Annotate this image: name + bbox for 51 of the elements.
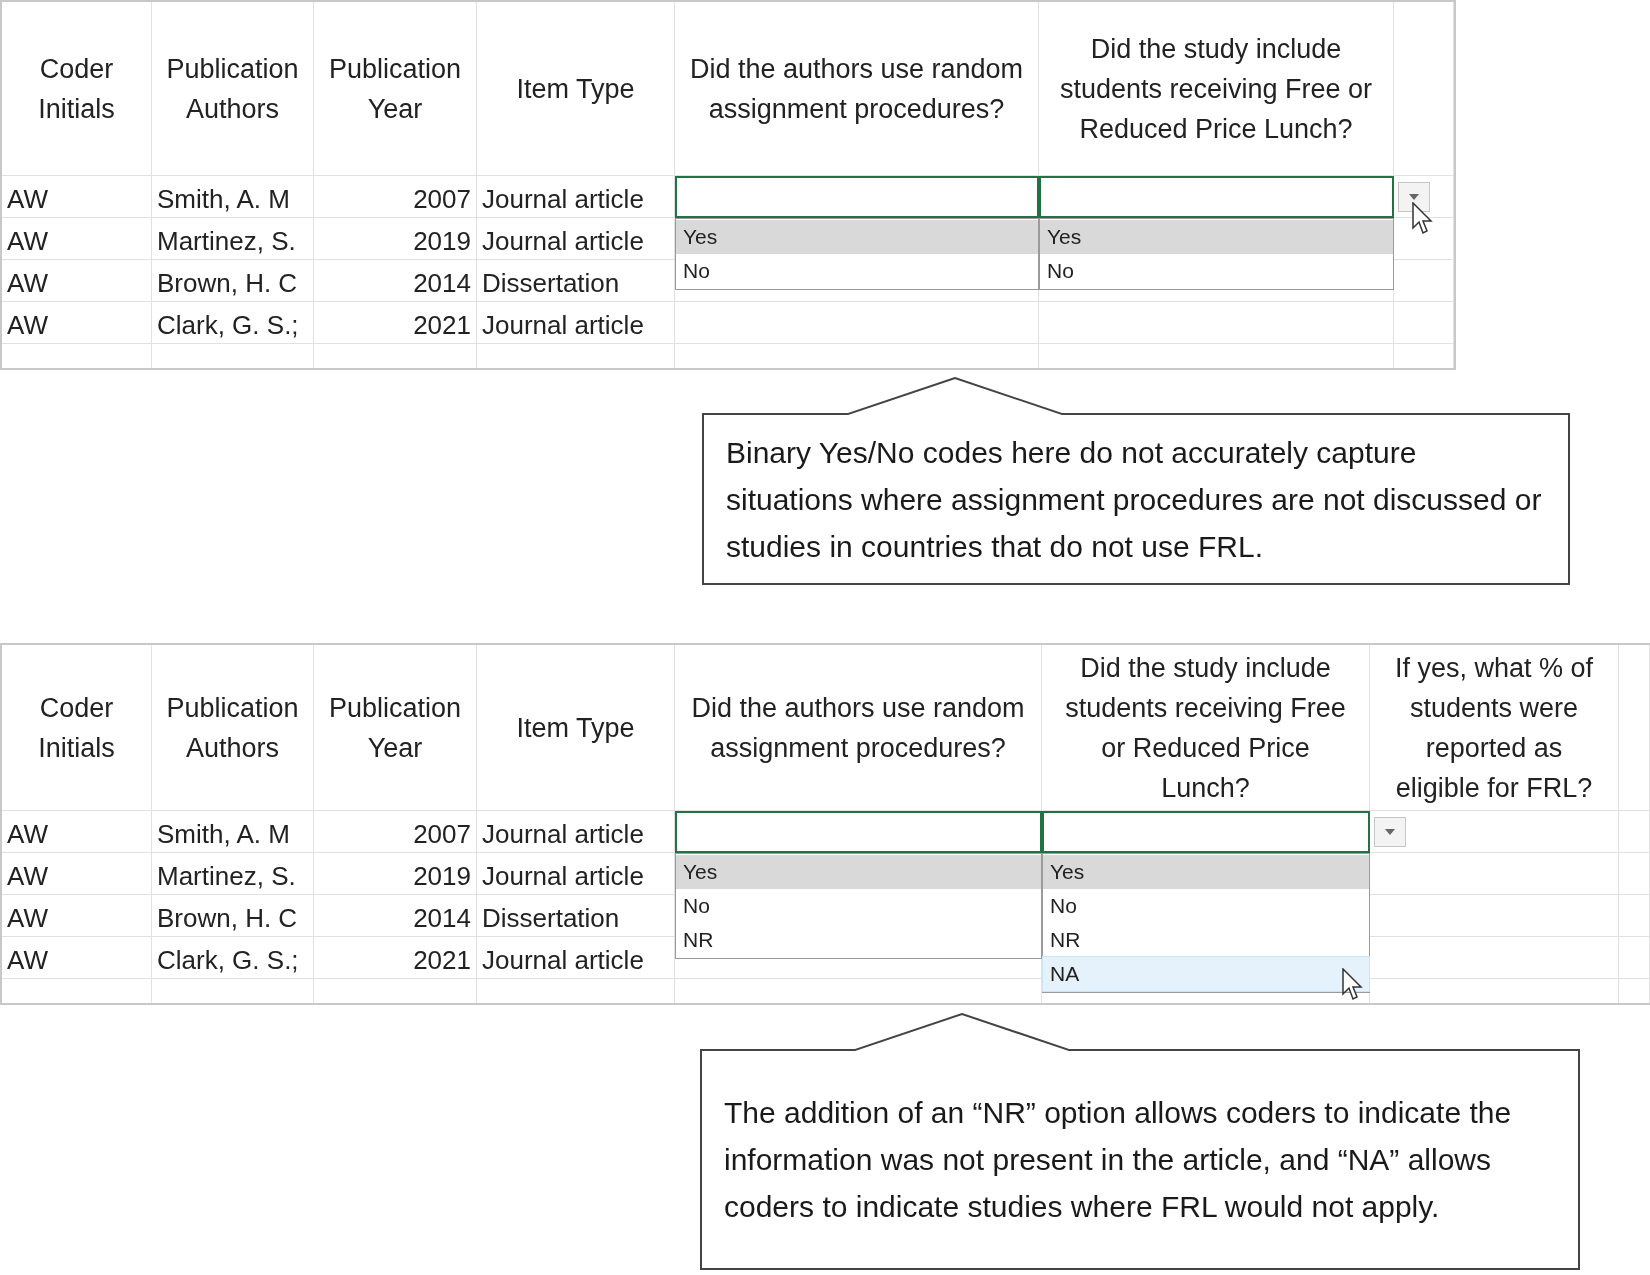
dropdown-option[interactable]: Yes bbox=[1040, 220, 1393, 254]
dropdown-arrow-button[interactable] bbox=[1398, 182, 1430, 212]
active-cell[interactable] bbox=[675, 176, 1039, 218]
table-cell: AW bbox=[2, 218, 152, 260]
table-cell: 2021 bbox=[314, 937, 477, 979]
column-header: Publication Year bbox=[314, 645, 477, 811]
table-cell: Martinez, S. bbox=[152, 218, 314, 260]
table-cell: 2007 bbox=[314, 176, 477, 218]
table-cell: 2014 bbox=[314, 895, 477, 937]
table-cell: AW bbox=[2, 937, 152, 979]
callout-text: The addition of an “NR” option allows coders to indicate the information was not present in the article, and “NA” allows coders to indicate studies where FRL would not apply. bbox=[724, 1095, 1513, 1225]
table-cell: AW bbox=[2, 811, 152, 853]
table-cell: AW bbox=[2, 260, 152, 302]
column-header: Item Type bbox=[477, 2, 675, 176]
caret-icon bbox=[1384, 828, 1396, 836]
column-header: Coder Initials bbox=[2, 2, 152, 176]
active-cell[interactable] bbox=[1039, 176, 1394, 218]
table-cell: 2007 bbox=[314, 811, 477, 853]
table-cell: Martinez, S. bbox=[152, 853, 314, 895]
table-cell: AW bbox=[2, 853, 152, 895]
table-cell: Clark, G. S.; bbox=[152, 937, 314, 979]
table-cell: Smith, A. M bbox=[152, 811, 314, 853]
column-header: Coder Initials bbox=[2, 645, 152, 811]
column-header: Item Type bbox=[477, 645, 675, 811]
table-cell: Smith, A. M bbox=[152, 176, 314, 218]
table-cell: 2014 bbox=[314, 260, 477, 302]
table-cell: AW bbox=[2, 176, 152, 218]
table-cell: Brown, H. C bbox=[152, 260, 314, 302]
dropdown-option[interactable]: Yes bbox=[676, 855, 1041, 889]
dropdown-option[interactable]: Yes bbox=[676, 220, 1038, 254]
table-cell: Journal article bbox=[477, 937, 675, 979]
table-cell: AW bbox=[2, 302, 152, 344]
column-header: Publication Authors bbox=[152, 645, 314, 811]
table-cell: Clark, G. S.; bbox=[152, 302, 314, 344]
column-header: Publication Year bbox=[314, 2, 477, 176]
dropdown-option[interactable]: NA bbox=[1043, 957, 1369, 991]
caret-icon bbox=[1408, 193, 1420, 201]
table-cell: 2019 bbox=[314, 853, 477, 895]
table-cell: 2019 bbox=[314, 218, 477, 260]
column-header: Publication Authors bbox=[152, 2, 314, 176]
callout-text: Binary Yes/No codes here do not accurately capture situations where assignment procedures are not discussed or studies in countries that do not use FRL. bbox=[726, 434, 1543, 565]
column-header: If yes, what % of students were reported as eligible for FRL? bbox=[1370, 645, 1619, 811]
dropdown-arrow-button[interactable] bbox=[1374, 817, 1406, 847]
mouse-pointer-icon bbox=[1412, 202, 1436, 236]
table-cell: 2021 bbox=[314, 302, 477, 344]
table-cell: Journal article bbox=[477, 302, 675, 344]
dropdown-option[interactable]: Yes bbox=[1043, 855, 1369, 889]
table-cell: AW bbox=[2, 895, 152, 937]
active-cell[interactable] bbox=[675, 811, 1042, 853]
active-cell[interactable] bbox=[1042, 811, 1370, 853]
table-cell: Brown, H. C bbox=[152, 895, 314, 937]
